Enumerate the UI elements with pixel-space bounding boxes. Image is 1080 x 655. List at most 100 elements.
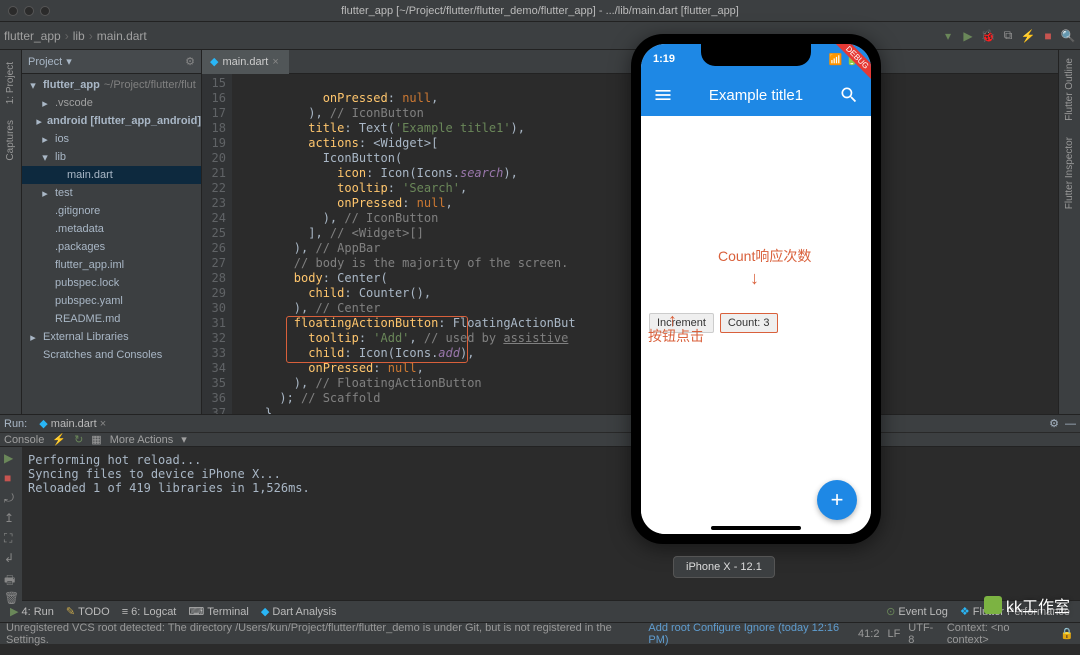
encoding[interactable]: UTF-8	[908, 622, 939, 646]
line-gutter[interactable]: 1516171819202122232425262728293031323334…	[202, 74, 232, 414]
stop-icon[interactable]: ■	[4, 471, 18, 485]
up-icon[interactable]: ↥	[4, 511, 18, 525]
more-actions[interactable]: More Actions	[110, 434, 174, 446]
tree-row[interactable]: .gitignore	[22, 202, 201, 220]
rerun-icon[interactable]: ▶	[4, 451, 18, 465]
plus-icon: +	[831, 487, 844, 513]
attach-icon[interactable]: ⧉	[1000, 28, 1016, 44]
run-icon[interactable]: ▶	[960, 28, 976, 44]
ios-simulator[interactable]: 1:19 📶 🔋 Example title1 Increment Count:…	[631, 34, 881, 544]
window-titlebar: flutter_app [~/Project/flutter/flutter_d…	[0, 0, 1080, 22]
dart-file-icon: ◆	[39, 418, 47, 430]
close-icon[interactable]	[8, 6, 18, 16]
fab-add[interactable]: +	[817, 480, 857, 520]
toolbar-actions: ▾ ▶ 🐞 ⧉ ⚡ ■ 🔍	[940, 28, 1076, 44]
lock-icon[interactable]: 🔒	[1060, 627, 1074, 640]
run-config-tab[interactable]: ◆ main.dart ×	[33, 415, 112, 432]
close-icon[interactable]: ×	[100, 418, 106, 430]
tab-terminal[interactable]: ⌨Terminal	[182, 605, 254, 618]
stop-icon[interactable]: ■	[1040, 28, 1056, 44]
hot-reload-icon[interactable]: ⚡	[1020, 28, 1036, 44]
bc-file[interactable]: main.dart	[97, 29, 147, 43]
project-selector[interactable]: Project	[28, 56, 62, 68]
tree-row[interactable]: flutter_app.iml	[22, 256, 201, 274]
minimize-icon[interactable]	[24, 6, 34, 16]
home-indicator[interactable]	[711, 526, 801, 530]
app-title: Example title1	[709, 87, 803, 104]
console-tab[interactable]: Console	[4, 434, 44, 446]
tool-flutter-inspector[interactable]: Flutter Inspector	[1064, 137, 1075, 209]
chevron-down-icon[interactable]: ▾	[66, 55, 72, 68]
context[interactable]: Context: <no context>	[947, 622, 1052, 646]
tree-row[interactable]: ▸ios	[22, 130, 201, 148]
tree-row[interactable]: pubspec.yaml	[22, 292, 201, 310]
tool-project[interactable]: 1: Project	[5, 62, 16, 104]
status-actions[interactable]: Add root Configure Ignore (today 12:16 P…	[648, 622, 858, 646]
tree-row[interactable]: ▸External Libraries	[22, 328, 201, 346]
project-tool-window[interactable]: Project ▾ ⚙ ▾flutter_app~/Project/flutte…	[22, 50, 202, 414]
filter-icon[interactable]: ⛶	[4, 531, 18, 545]
console-output[interactable]: Performing hot reload...Syncing files to…	[22, 447, 1080, 605]
editor-tab-main[interactable]: ◆ main.dart ×	[202, 50, 289, 74]
tree-row[interactable]: ▸.vscode	[22, 94, 201, 112]
tree-row[interactable]: README.md	[22, 310, 201, 328]
arrow-up-icon: ↑	[668, 310, 677, 331]
minimize-panel-icon[interactable]: —	[1065, 418, 1076, 430]
menu-icon[interactable]	[653, 85, 673, 105]
tab-run[interactable]: ▶4: Run	[4, 605, 60, 618]
tree-row[interactable]: ▸test	[22, 184, 201, 202]
status-bar: Unregistered VCS root detected: The dire…	[0, 622, 1080, 644]
tree-row[interactable]: ▸android [flutter_app_android]	[22, 112, 201, 130]
tab-event-log[interactable]: ⊙Event Log	[880, 605, 954, 618]
layout-icon[interactable]: ▦	[91, 433, 101, 446]
hot-reload-icon[interactable]: ⚡	[52, 433, 66, 446]
left-tool-stripe[interactable]: 1: Project Captures	[0, 50, 22, 414]
debug-icon[interactable]: 🐞	[980, 28, 996, 44]
tab-dart-analysis[interactable]: ◆Dart Analysis	[255, 605, 343, 618]
tree-row[interactable]: pubspec.lock	[22, 274, 201, 292]
trash-icon[interactable]: 🗑	[4, 591, 18, 605]
device-label: iPhone X - 12.1	[673, 556, 775, 578]
highlight-body-center	[286, 316, 468, 363]
editor-tabbar[interactable]: ◆ main.dart ×	[202, 50, 1058, 74]
arrow-down-icon: ↓	[750, 268, 759, 289]
tree-row[interactable]: ▾lib	[22, 148, 201, 166]
bc-root[interactable]: flutter_app	[4, 29, 61, 43]
tree-row[interactable]: ▾flutter_app~/Project/flutter/flut	[22, 76, 201, 94]
count-display: Count: 3	[720, 313, 778, 333]
project-header[interactable]: Project ▾ ⚙	[22, 50, 201, 74]
tool-captures[interactable]: Captures	[5, 120, 16, 161]
zoom-icon[interactable]	[40, 6, 50, 16]
gear-icon[interactable]: ⚙	[1049, 417, 1059, 430]
search-icon[interactable]: 🔍	[1060, 28, 1076, 44]
line-sep[interactable]: LF	[887, 628, 900, 640]
close-icon[interactable]: ×	[272, 56, 278, 68]
print-icon[interactable]: 🖶	[4, 571, 18, 585]
tree-row[interactable]: Scratches and Consoles	[22, 346, 201, 364]
device-notch	[701, 44, 811, 66]
run-gutter: ▶ ■ ⤾ ↥ ⛶ ↲ 🖶 🗑	[0, 447, 22, 605]
chevron-right-icon: ›	[65, 29, 69, 43]
watermark: kk工作室	[984, 593, 1070, 617]
tab-todo[interactable]: ✎TODO	[60, 605, 116, 618]
tree-row[interactable]: .packages	[22, 238, 201, 256]
tab-logcat[interactable]: ≡6: Logcat	[116, 606, 183, 618]
restart-icon[interactable]: ↻	[74, 433, 83, 446]
right-tool-stripe[interactable]: Flutter Outline Flutter Inspector	[1058, 50, 1080, 414]
editor-tab-label: main.dart	[222, 56, 268, 68]
build-icon[interactable]: ▾	[940, 28, 956, 44]
tree-row[interactable]: main.dart	[22, 166, 201, 184]
wechat-icon	[984, 596, 1002, 614]
wrap-icon[interactable]: ↲	[4, 551, 18, 565]
bc-folder[interactable]: lib	[73, 29, 85, 43]
chevron-down-icon[interactable]: ▾	[181, 433, 187, 446]
run-tool-window[interactable]: Run: ◆ main.dart × ⚙ — Console ⚡ ↻ ▦ Mor…	[0, 414, 1080, 600]
project-tree[interactable]: ▾flutter_app~/Project/flutter/flut▸.vsco…	[22, 74, 201, 414]
gear-icon[interactable]: ⚙	[185, 55, 195, 68]
window-controls[interactable]	[8, 6, 50, 16]
caret-position[interactable]: 41:2	[858, 628, 879, 640]
run-label: Run:	[4, 418, 27, 430]
exit-icon[interactable]: ⤾	[4, 491, 18, 505]
tool-flutter-outline[interactable]: Flutter Outline	[1064, 58, 1075, 121]
tree-row[interactable]: .metadata	[22, 220, 201, 238]
